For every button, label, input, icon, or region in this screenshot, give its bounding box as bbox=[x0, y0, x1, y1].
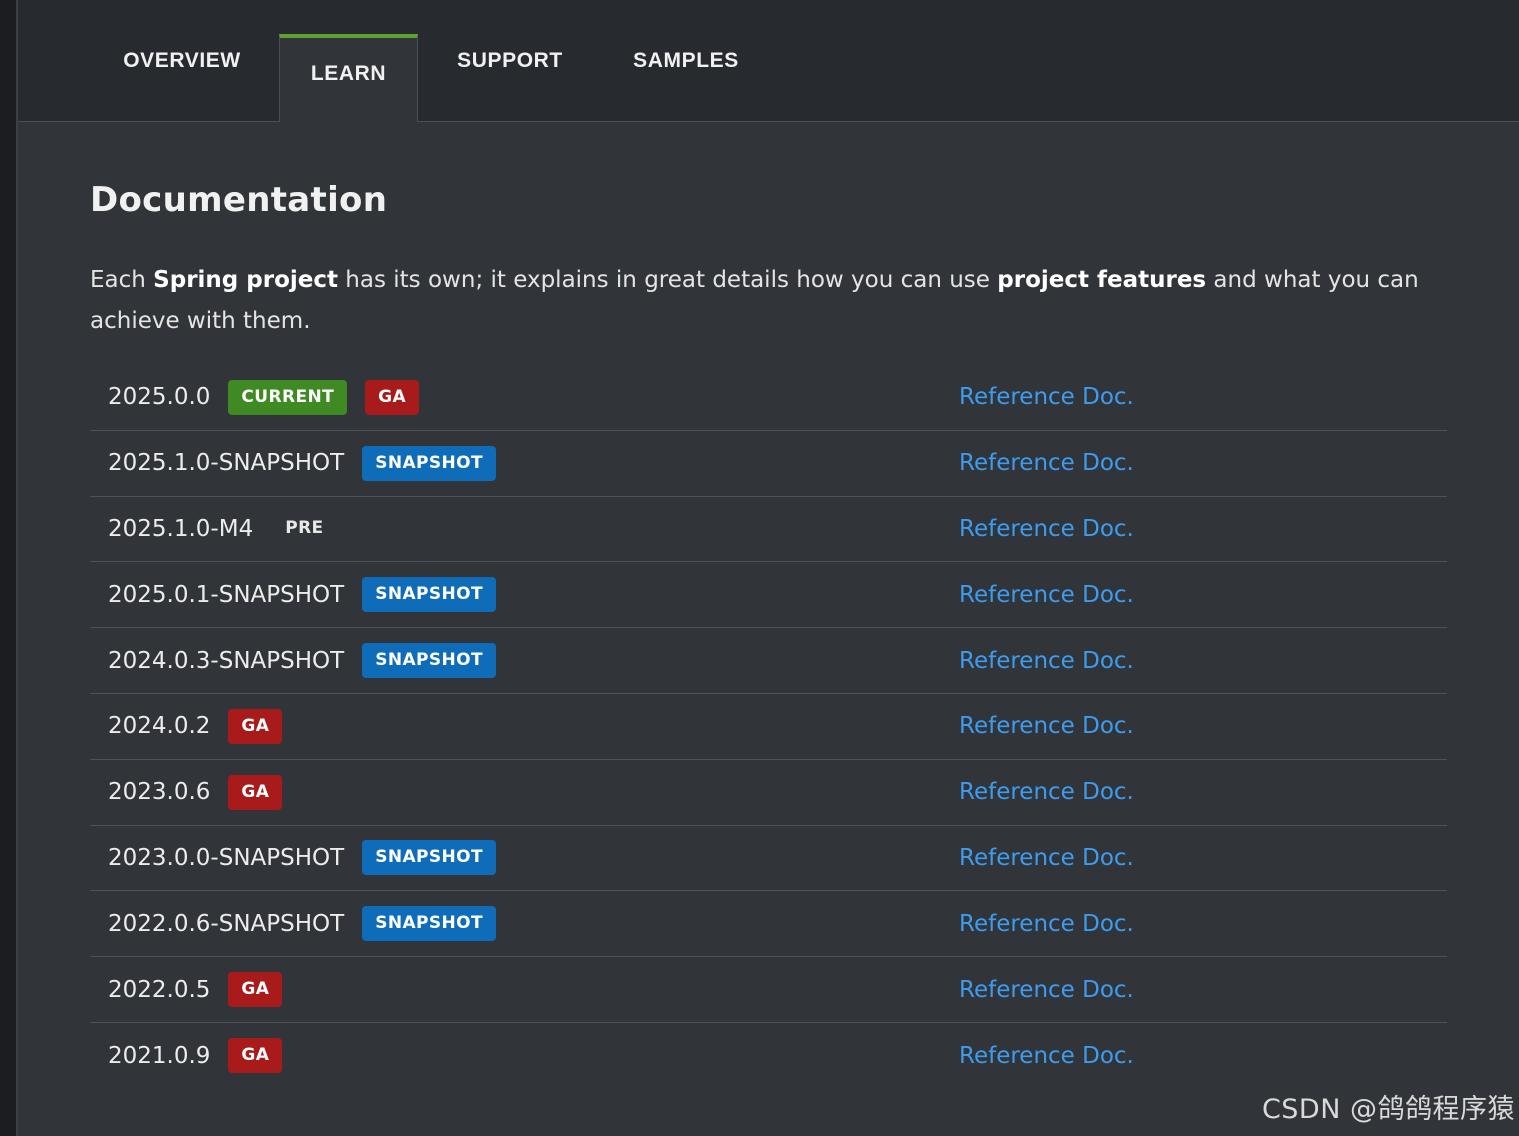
ga-badge: GA bbox=[228, 1038, 283, 1074]
desc-bold-project-features: project features bbox=[997, 267, 1207, 293]
version-row: 2022.0.5 GA Reference Doc. bbox=[90, 957, 1447, 1023]
ga-badge: GA bbox=[228, 972, 283, 1008]
project-tab-bar: OVERVIEW LEARN SUPPORT SAMPLES bbox=[18, 0, 1519, 122]
version-row: 2025.1.0-M4 PRE Reference Doc. bbox=[90, 497, 1447, 563]
version-number: 2022.0.6-SNAPSHOT bbox=[108, 910, 345, 937]
version-cell: 2025.0.0 CURRENT GA bbox=[108, 365, 437, 430]
reference-doc-link[interactable]: Reference Doc. bbox=[959, 891, 1134, 956]
documentation-heading: Documentation bbox=[90, 180, 388, 220]
snapshot-badge: SNAPSHOT bbox=[362, 445, 496, 481]
version-row: 2023.0.6 GA Reference Doc. bbox=[90, 760, 1447, 826]
reference-doc-link[interactable]: Reference Doc. bbox=[959, 760, 1134, 825]
version-row: 2024.0.3-SNAPSHOT SNAPSHOT Reference Doc. bbox=[90, 628, 1447, 694]
csdn-watermark: CSDN @鸽鸽程序猿 bbox=[1261, 1094, 1515, 1125]
version-cell: 2024.0.3-SNAPSHOT SNAPSHOT bbox=[108, 628, 514, 693]
ga-badge: GA bbox=[228, 774, 283, 810]
version-row: 2021.0.9 GA Reference Doc. bbox=[90, 1023, 1447, 1089]
reference-doc-link[interactable]: Reference Doc. bbox=[959, 431, 1134, 496]
version-row: 2025.0.1-SNAPSHOT SNAPSHOT Reference Doc. bbox=[90, 562, 1447, 629]
version-cell: 2021.0.9 GA bbox=[108, 1023, 300, 1089]
version-cell: 2025.1.0-SNAPSHOT SNAPSHOT bbox=[108, 431, 514, 496]
version-number: 2022.0.5 bbox=[108, 976, 211, 1003]
version-row: 2025.1.0-SNAPSHOT SNAPSHOT Reference Doc. bbox=[90, 431, 1447, 497]
desc-text-1: Each bbox=[90, 267, 154, 293]
version-list: 2025.0.0 CURRENT GA Reference Doc. 2025.1.0-… bbox=[90, 365, 1447, 1089]
snapshot-badge: SNAPSHOT bbox=[362, 840, 496, 876]
snapshot-badge: SNAPSHOT bbox=[362, 643, 496, 679]
snapshot-badge: SNAPSHOT bbox=[362, 906, 496, 942]
version-cell: 2022.0.5 GA bbox=[108, 957, 300, 1022]
version-number: 2023.0.6 bbox=[108, 779, 211, 806]
pre-badge: PRE bbox=[285, 518, 324, 539]
version-cell: 2023.0.6 GA bbox=[108, 760, 300, 825]
desc-text-2: has its own; it explains in great detail… bbox=[338, 267, 998, 293]
tab-samples[interactable]: SAMPLES bbox=[630, 0, 742, 121]
version-number: 2025.0.1-SNAPSHOT bbox=[108, 581, 345, 608]
version-row: 2023.0.0-SNAPSHOT SNAPSHOT Reference Doc. bbox=[90, 826, 1447, 892]
reference-doc-link[interactable]: Reference Doc. bbox=[959, 826, 1134, 891]
tab-overview[interactable]: OVERVIEW bbox=[120, 0, 244, 121]
desc-bold-spring-project: Spring project bbox=[153, 267, 338, 293]
reference-doc-link[interactable]: Reference Doc. bbox=[959, 628, 1134, 693]
left-edge-divider bbox=[16, 0, 18, 1136]
version-number: 2024.0.3-SNAPSHOT bbox=[108, 647, 345, 674]
documentation-description: Each Spring project has its own; it expl… bbox=[90, 260, 1460, 342]
version-cell: 2025.0.1-SNAPSHOT SNAPSHOT bbox=[108, 562, 514, 627]
version-cell: 2022.0.6-SNAPSHOT SNAPSHOT bbox=[108, 891, 514, 956]
version-number: 2025.0.0 bbox=[108, 384, 211, 411]
version-number: 2024.0.2 bbox=[108, 713, 211, 740]
version-number: 2023.0.0-SNAPSHOT bbox=[108, 844, 345, 871]
reference-doc-link[interactable]: Reference Doc. bbox=[959, 497, 1134, 562]
reference-doc-link[interactable]: Reference Doc. bbox=[959, 562, 1134, 627]
version-number: 2025.1.0-M4 bbox=[108, 515, 254, 542]
ga-badge: GA bbox=[365, 379, 420, 415]
current-badge: CURRENT bbox=[228, 379, 348, 415]
ga-badge: GA bbox=[228, 708, 283, 744]
tab-support[interactable]: SUPPORT bbox=[455, 0, 565, 121]
version-cell: 2025.1.0-M4 PRE bbox=[108, 497, 356, 562]
reference-doc-link[interactable]: Reference Doc. bbox=[959, 365, 1134, 430]
reference-doc-link[interactable]: Reference Doc. bbox=[959, 957, 1134, 1022]
version-row: 2022.0.6-SNAPSHOT SNAPSHOT Reference Doc. bbox=[90, 891, 1447, 958]
version-row: 2024.0.2 GA Reference Doc. bbox=[90, 694, 1447, 760]
snapshot-badge: SNAPSHOT bbox=[362, 577, 496, 613]
reference-doc-link[interactable]: Reference Doc. bbox=[959, 694, 1134, 759]
version-cell: 2024.0.2 GA bbox=[108, 694, 300, 759]
tab-learn[interactable]: LEARN bbox=[279, 34, 418, 122]
version-number: 2025.1.0-SNAPSHOT bbox=[108, 450, 345, 477]
version-number: 2021.0.9 bbox=[108, 1042, 211, 1069]
version-row: 2025.0.0 CURRENT GA Reference Doc. bbox=[90, 365, 1447, 431]
reference-doc-link[interactable]: Reference Doc. bbox=[959, 1023, 1134, 1089]
version-cell: 2023.0.0-SNAPSHOT SNAPSHOT bbox=[108, 826, 514, 891]
